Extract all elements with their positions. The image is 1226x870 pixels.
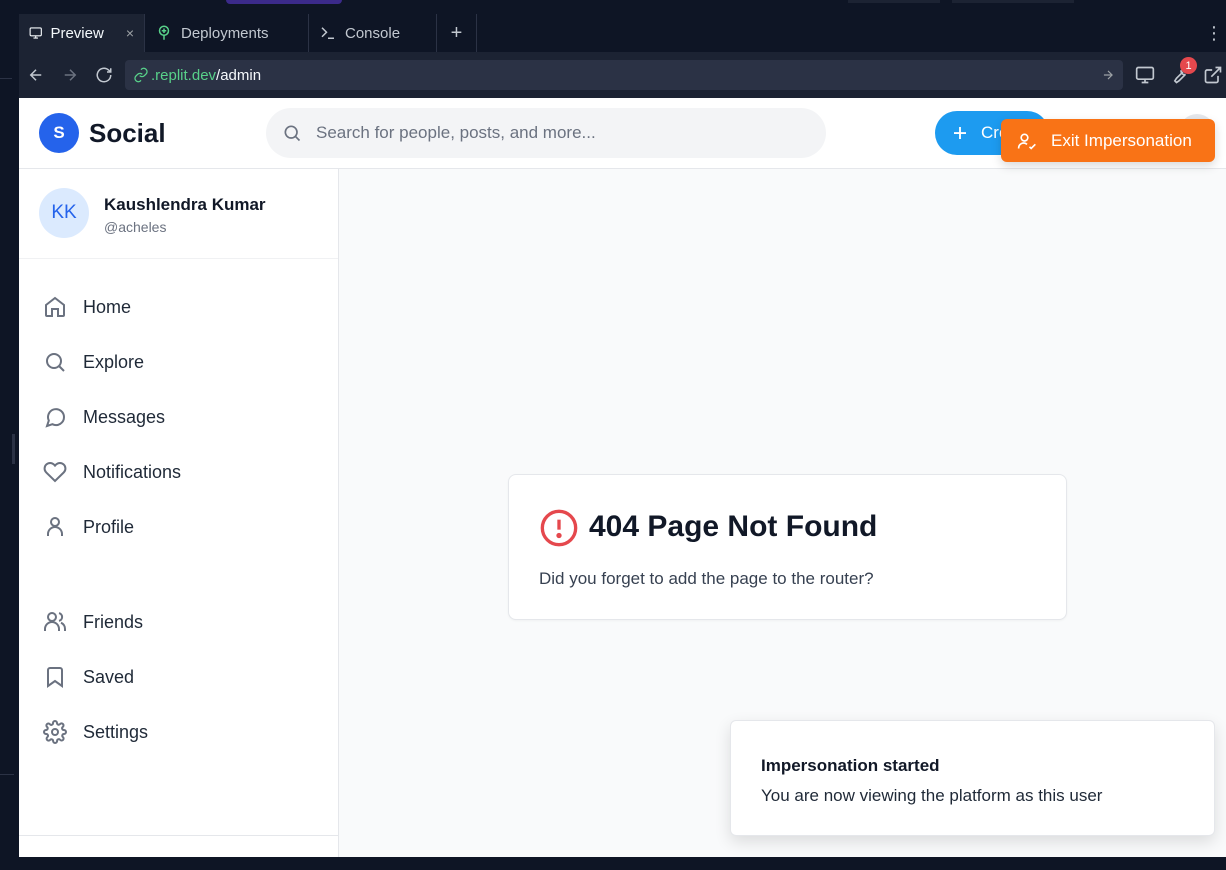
tab-console[interactable]: Console	[309, 14, 437, 52]
monitor-icon	[29, 27, 42, 39]
go-arrow-icon[interactable]	[1101, 68, 1115, 82]
terminal-icon	[321, 27, 334, 39]
toast-title: Impersonation started	[761, 756, 940, 775]
plus-icon	[954, 127, 966, 139]
sidebar-item-label: Home	[83, 296, 132, 317]
toast-notification[interactable]: Impersonation started You are now viewin…	[730, 720, 1215, 836]
user-check-icon	[1017, 133, 1036, 150]
toast-description: You are now viewing the platform as this…	[761, 786, 1103, 805]
gear-icon	[43, 720, 67, 744]
user-card[interactable]: KK Kaushlendra Kumar @acheles	[19, 169, 338, 259]
sidebar: KK Kaushlendra Kumar @acheles Home Explo…	[19, 169, 339, 857]
tab-preview[interactable]: Preview ×	[19, 14, 145, 52]
user-handle: @acheles	[104, 219, 167, 235]
sidebar-item-label: Explore	[83, 351, 145, 372]
reload-button[interactable]	[87, 58, 121, 92]
sidebar-item-label: Messages	[83, 406, 166, 427]
heart-icon	[43, 462, 67, 483]
message-icon	[45, 408, 66, 428]
user-icon	[47, 517, 63, 536]
avatar: KK	[39, 188, 89, 238]
tab-deployments[interactable]: Deployments	[145, 14, 309, 52]
tab-label: Console	[345, 24, 401, 42]
search-icon	[46, 353, 65, 372]
exit-impersonation-button[interactable]: Exit Impersonation	[1001, 119, 1215, 162]
sidebar-item-label: Notifications	[83, 461, 182, 482]
sidebar-item-explore[interactable]: Explore	[43, 347, 144, 377]
sidebar-item-friends[interactable]: Friends	[43, 607, 143, 637]
arrow-left-icon	[29, 69, 42, 81]
more-options-icon[interactable]: ⋮	[1202, 14, 1226, 52]
sidebar-item-label: Settings	[83, 721, 149, 742]
app-header: S Social Create Exit Impersonation	[19, 98, 1226, 169]
link-icon	[134, 67, 148, 83]
pane-tab-bar: Preview × Deployments Console + ⋮	[19, 14, 1226, 52]
resize-handle[interactable]	[12, 434, 15, 464]
alert-circle-icon	[540, 509, 578, 547]
deploy-icon	[158, 25, 170, 40]
open-new-tab-button[interactable]	[1203, 65, 1223, 85]
sidebar-item-saved[interactable]: Saved	[43, 662, 134, 692]
reload-icon	[96, 67, 112, 83]
user-name: Kaushlendra Kumar	[104, 195, 266, 214]
top-control	[952, 0, 1074, 3]
sidebar-item-notifications[interactable]: Notifications	[43, 457, 181, 487]
exit-impersonation-label: Exit Impersonation	[1051, 130, 1192, 150]
add-tab-button[interactable]: +	[437, 14, 477, 52]
tab-label: Preview	[50, 24, 104, 42]
devtools-button[interactable]: 1	[1169, 57, 1197, 85]
users-icon	[44, 612, 66, 631]
search-bar	[266, 108, 826, 158]
notification-badge: 1	[1180, 57, 1197, 74]
url-field[interactable]: .replit.dev/admin	[125, 60, 1123, 90]
external-link-icon	[1204, 66, 1222, 84]
app-viewport: S Social Create Exit Impersonation KK Ka…	[19, 98, 1226, 857]
top-control	[848, 0, 940, 3]
sidebar-item-messages[interactable]: Messages	[43, 402, 165, 432]
close-icon[interactable]: ×	[126, 25, 134, 41]
url-host: .replit.dev	[151, 66, 217, 84]
home-icon	[45, 296, 65, 317]
search-input[interactable]	[316, 123, 796, 143]
sidebar-item-home[interactable]: Home	[43, 292, 131, 322]
sidebar-item-profile[interactable]: Profile	[43, 512, 134, 542]
back-button[interactable]	[19, 58, 53, 92]
window-bottom-strip	[0, 857, 1226, 870]
monitor-icon	[1135, 66, 1155, 84]
sidebar-item-label: Profile	[83, 516, 135, 537]
arrow-right-icon	[64, 69, 77, 81]
sidebar-item-label: Saved	[83, 666, 135, 687]
bookmark-icon	[47, 667, 63, 688]
tab-label: Deployments	[181, 24, 269, 42]
error-card: 404 Page Not Found Did you forget to add…	[508, 474, 1067, 620]
sidebar-item-settings[interactable]: Settings	[43, 717, 148, 747]
brand-name[interactable]: Social	[89, 118, 166, 149]
address-bar: .replit.dev/admin 1	[19, 52, 1226, 98]
page-title: 404 Page Not Found	[589, 510, 878, 543]
search-icon	[284, 125, 301, 142]
url-path: /admin	[216, 66, 262, 84]
forward-button[interactable]	[53, 58, 87, 92]
window-top-strip	[0, 0, 1226, 14]
divider	[19, 835, 338, 836]
logo[interactable]: S	[39, 113, 79, 153]
error-message: Did you forget to add the page to the ro…	[539, 569, 874, 588]
top-indicator	[226, 0, 342, 4]
left-gutter	[0, 14, 19, 870]
devices-button[interactable]	[1135, 65, 1155, 85]
sidebar-item-label: Friends	[83, 611, 144, 632]
